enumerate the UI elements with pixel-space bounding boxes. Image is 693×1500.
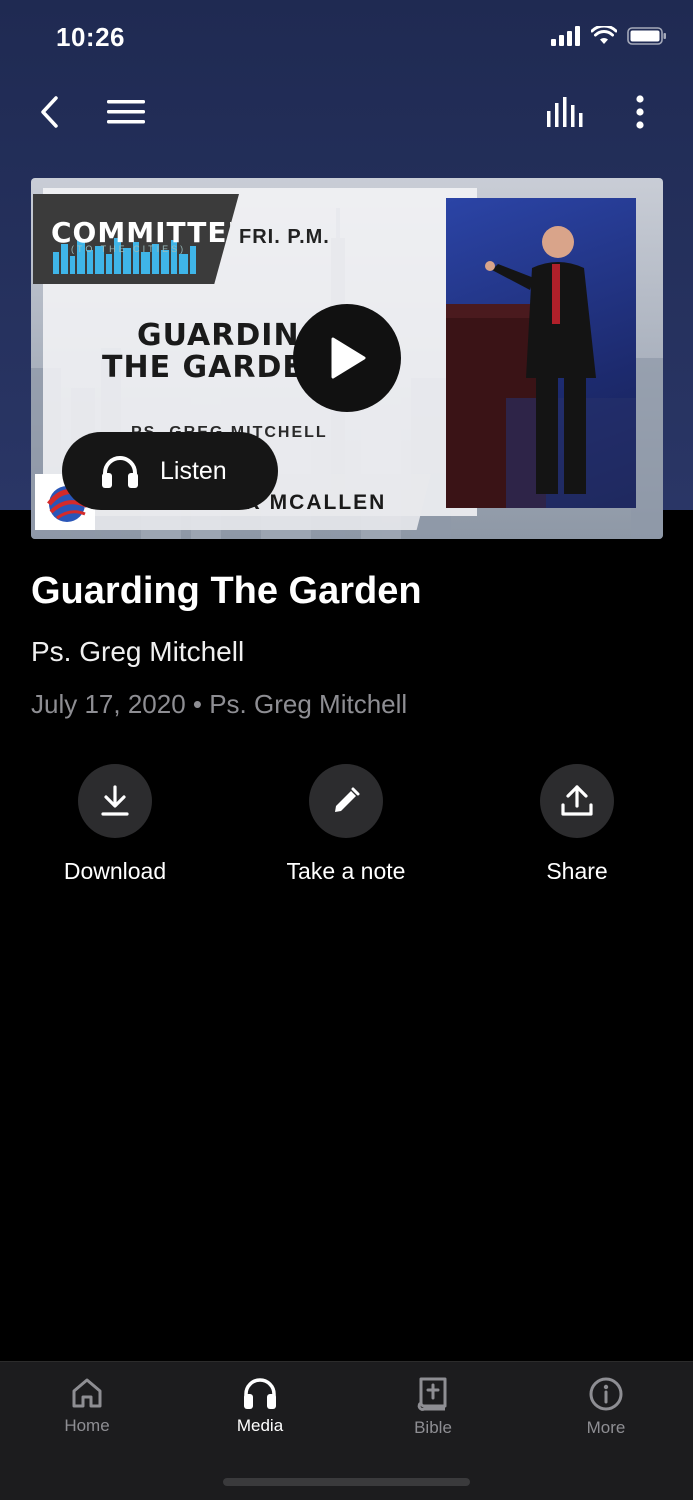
listen-label: Listen [160, 456, 227, 485]
pencil-icon [335, 787, 360, 812]
tab-more[interactable]: More [546, 1376, 666, 1438]
battery-icon [627, 27, 666, 45]
chevron-left-icon [41, 96, 58, 128]
status-time: 10:26 [56, 22, 125, 52]
more-options-button[interactable] [616, 88, 664, 136]
tab-media[interactable]: Media [200, 1376, 320, 1436]
media-title: Guarding The Garden [31, 570, 422, 612]
take-note-label: Take a note [286, 858, 406, 884]
headphones-icon [244, 1378, 276, 1409]
tab-bible[interactable]: Bible [373, 1376, 493, 1438]
sermon-artwork: COMMITTED (TO THE CITIES) FRI. P.M. GUAR… [31, 178, 663, 539]
wifi-icon [591, 26, 617, 44]
download-icon [101, 785, 129, 816]
media-speaker: Ps. Greg Mitchell [31, 636, 245, 667]
tab-home[interactable]: Home [27, 1376, 147, 1436]
share-icon [561, 785, 593, 816]
home-indicator [223, 1478, 470, 1486]
share-label: Share [546, 858, 608, 884]
play-button[interactable] [293, 304, 401, 412]
download-circle [78, 764, 152, 838]
speaker-photo [446, 198, 636, 508]
bible-icon [417, 1377, 447, 1411]
tab-media-label: Media [236, 1416, 284, 1435]
menu-button[interactable] [102, 88, 150, 136]
tab-more-label: More [586, 1418, 626, 1437]
more-vertical-icon [636, 95, 644, 129]
status-icons [551, 26, 667, 46]
menu-icon [107, 100, 145, 124]
play-icon [331, 337, 366, 379]
equalizer-button[interactable] [542, 88, 590, 136]
home-icon [72, 1378, 102, 1408]
back-button[interactable] [26, 88, 74, 136]
series-subtitle: (TO THE CITIES) [71, 244, 187, 254]
share-circle [540, 764, 614, 838]
headphones-icon [102, 456, 138, 488]
status-bar: 10:26 [0, 0, 693, 80]
tab-bible-label: Bible [414, 1418, 452, 1437]
equalizer-icon [547, 97, 583, 127]
share-button[interactable]: Share [497, 764, 657, 885]
nav-bar [0, 80, 693, 144]
take-note-button[interactable]: Take a note [266, 764, 426, 885]
series-logo: COMMITTED (TO THE CITIES) [33, 194, 239, 284]
take-note-circle [309, 764, 383, 838]
signal-icon [551, 26, 580, 46]
info-icon [589, 1377, 623, 1411]
media-meta: July 17, 2020 • Ps. Greg Mitchell [31, 689, 408, 719]
download-button[interactable]: Download [35, 764, 195, 885]
service-day: FRI. P.M. [239, 226, 330, 248]
download-label: Download [63, 858, 167, 884]
listen-button[interactable]: Listen [62, 432, 278, 510]
tab-home-label: Home [64, 1416, 110, 1435]
